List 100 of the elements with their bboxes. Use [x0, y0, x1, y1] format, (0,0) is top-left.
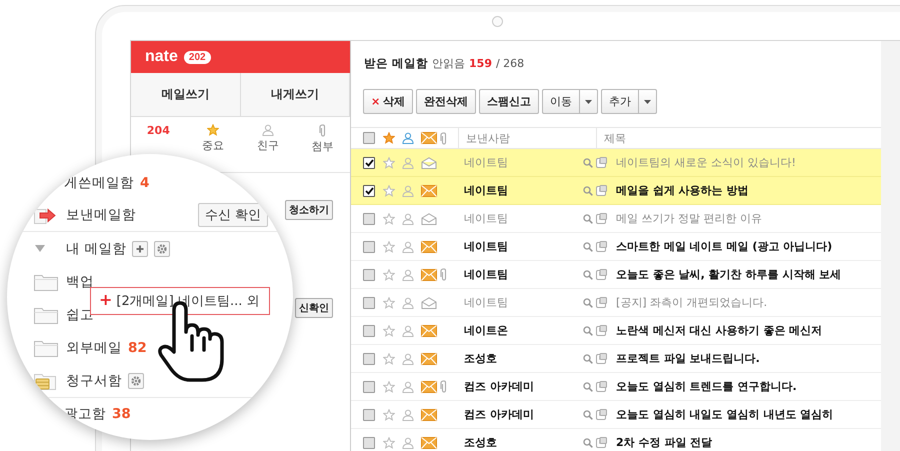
search-icon[interactable] [583, 242, 593, 252]
person-icon[interactable] [402, 380, 414, 392]
person-icon[interactable] [402, 268, 414, 280]
filter-tab[interactable]: 204 [131, 124, 186, 137]
checkbox[interactable] [363, 436, 375, 448]
envelope-icon[interactable] [421, 132, 437, 144]
toolbar-button[interactable]: 이동 [542, 89, 580, 114]
person-icon[interactable] [402, 240, 414, 252]
search-icon[interactable] [583, 410, 593, 420]
add-folder-button[interactable] [132, 240, 148, 256]
star-icon[interactable] [383, 156, 395, 168]
star-icon[interactable] [383, 380, 395, 392]
folder-name[interactable]: 보낸메일함 [66, 206, 136, 224]
search-icon[interactable] [583, 186, 593, 196]
dropdown-button[interactable] [579, 89, 598, 114]
expand-triangle-icon[interactable] [34, 244, 46, 253]
folder-name[interactable]: 백업 [66, 272, 94, 290]
message-row[interactable]: 네이트팀 메일 쓰기가 정말 편리한 이유 [351, 205, 881, 233]
select-all-checkbox[interactable] [363, 132, 375, 144]
settings-button[interactable] [128, 372, 144, 388]
folder-name[interactable]: 청구서함 [66, 372, 122, 390]
search-icon[interactable] [583, 270, 593, 280]
delete-button[interactable]: × 삭제 [363, 89, 414, 114]
message-row[interactable]: 네이트팀 [공지] 좌측이 개편되었습니다. [351, 289, 881, 317]
person-icon[interactable] [402, 132, 414, 144]
person-icon[interactable] [402, 324, 414, 336]
sidebar-button[interactable]: 신확인 [295, 298, 333, 318]
checkbox[interactable] [363, 268, 375, 280]
search-icon[interactable] [583, 354, 593, 364]
checkbox[interactable] [363, 156, 375, 168]
filter-tab[interactable]: 친구 [240, 124, 296, 153]
toolbar-button[interactable]: 추가 [601, 89, 638, 114]
star-icon[interactable] [383, 212, 395, 224]
compose-button[interactable]: 메일쓰기 [131, 73, 240, 116]
checkbox[interactable] [363, 184, 375, 196]
star-icon[interactable] [383, 296, 395, 308]
search-icon[interactable] [583, 438, 593, 448]
star-icon[interactable] [383, 184, 395, 196]
toolbar-button[interactable]: 스팸신고 [479, 89, 540, 114]
preview-icon[interactable] [596, 185, 607, 196]
checkbox[interactable] [363, 324, 375, 336]
checkbox[interactable] [363, 296, 375, 308]
paperclip-icon[interactable] [440, 132, 448, 144]
checkbox[interactable] [363, 352, 375, 364]
column-header[interactable]: 보낸사람 [466, 130, 510, 146]
person-icon[interactable] [402, 408, 414, 420]
preview-icon[interactable] [596, 325, 607, 336]
star-icon[interactable] [383, 436, 395, 448]
message-row[interactable]: 조성호 프로젝트 파일 보내드립니다. [351, 345, 881, 373]
preview-icon[interactable] [596, 409, 607, 420]
message-row[interactable]: 조성호 2차 수정 파일 전달 [351, 429, 881, 451]
search-icon[interactable] [583, 298, 593, 308]
search-icon[interactable] [583, 214, 593, 224]
search-icon[interactable] [583, 382, 593, 392]
search-icon[interactable] [583, 326, 593, 336]
column-header[interactable]: 제목 [604, 130, 626, 146]
message-row[interactable]: 컴즈 아카데미 오늘도 열심히 내일도 열심히 내년도 열심히 [351, 401, 881, 429]
filter-tab[interactable]: 첨부 [295, 124, 350, 154]
settings-button[interactable] [154, 240, 170, 256]
star-icon[interactable] [383, 132, 395, 144]
person-icon[interactable] [402, 156, 414, 168]
checkbox[interactable] [363, 212, 375, 224]
nate-logo[interactable]: nate [145, 48, 178, 66]
message-row[interactable]: 네이트팀 메일을 쉽게 사용하는 방법 [351, 177, 881, 205]
person-icon[interactable] [402, 296, 414, 308]
search-icon[interactable] [583, 158, 593, 168]
folder-name[interactable]: 외부메일 [66, 338, 122, 356]
preview-icon[interactable] [596, 437, 607, 448]
sidebar-button[interactable]: 청소하기 [285, 200, 333, 220]
star-icon[interactable] [383, 352, 395, 364]
preview-icon[interactable] [596, 213, 607, 224]
subject-text: 노란색 메신저 대신 사용하기 좋은 메신저 [615, 323, 824, 338]
toolbar-button[interactable]: 완전삭제 [416, 89, 476, 114]
filter-tab[interactable]: 중요 [186, 124, 240, 153]
person-icon[interactable] [402, 184, 414, 196]
preview-icon[interactable] [596, 241, 607, 252]
star-icon[interactable] [383, 324, 395, 336]
checkbox[interactable] [363, 240, 375, 252]
star-icon[interactable] [383, 240, 395, 252]
read-receipt-button[interactable]: 수신 확인 [198, 203, 268, 227]
preview-icon[interactable] [596, 297, 607, 308]
checkbox[interactable] [363, 408, 375, 420]
preview-icon[interactable] [596, 353, 607, 364]
preview-icon[interactable] [596, 157, 607, 168]
preview-icon[interactable] [596, 269, 607, 280]
person-icon[interactable] [402, 352, 414, 364]
star-icon[interactable] [383, 268, 395, 280]
checkbox[interactable] [363, 380, 375, 392]
person-icon[interactable] [402, 212, 414, 224]
message-row[interactable]: 네이트팀 오늘도 좋은 날씨, 활기찬 하루를 시작해 보세 [351, 261, 881, 289]
folder-name[interactable]: 내 메일함 [66, 240, 126, 258]
message-row[interactable]: 컴즈 아카데미 오늘도 열심히 트렌드를 연구합니다. [351, 373, 881, 401]
compose-button[interactable]: 내게쓰기 [240, 73, 350, 116]
preview-icon[interactable] [596, 381, 607, 392]
message-row[interactable]: 네이트온 노란색 메신저 대신 사용하기 좋은 메신저 [351, 317, 881, 345]
person-icon[interactable] [402, 436, 414, 448]
folder-name[interactable]: 게쓴메일함 [64, 174, 134, 192]
star-icon[interactable] [383, 408, 395, 420]
dropdown-button[interactable] [638, 89, 658, 114]
message-row[interactable]: 네이트팀 스마트한 메일 네이트 메일 (광고 아닙니다) [351, 233, 881, 261]
